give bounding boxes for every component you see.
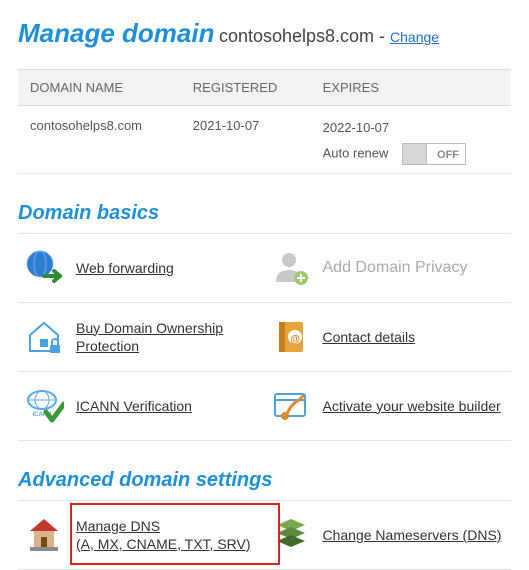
tile-label: Add Domain Privacy bbox=[323, 259, 468, 277]
domain-table: DOMAIN NAME REGISTERED EXPIRES contosohe… bbox=[18, 69, 511, 174]
dns-house-icon bbox=[24, 515, 64, 555]
tile-label[interactable]: Change Nameservers (DNS) bbox=[323, 526, 502, 544]
page-subtitle: contosohelps8.com - Change bbox=[219, 26, 439, 46]
col-registered: REGISTERED bbox=[181, 70, 311, 106]
tile-manage-dns[interactable]: Manage DNS (A, MX, CNAME, TXT, SRV) bbox=[18, 501, 265, 570]
section-title-basics: Domain basics bbox=[18, 202, 511, 225]
globe-arrow-icon bbox=[24, 248, 64, 288]
tile-icann-verification[interactable]: ICANN ICANN Verification bbox=[18, 372, 265, 441]
cell-registered: 2021-10-07 bbox=[181, 106, 311, 174]
toggle-state-label: OFF bbox=[437, 147, 459, 165]
tile-contact-details[interactable]: @ Contact details bbox=[265, 303, 512, 372]
tile-label[interactable]: Activate your website builder bbox=[323, 397, 501, 415]
section-title-advanced: Advanced domain settings bbox=[18, 469, 511, 492]
tile-website-builder[interactable]: Activate your website builder bbox=[265, 372, 512, 441]
change-domain-link[interactable]: Change bbox=[390, 29, 439, 45]
server-stack-icon bbox=[271, 515, 311, 555]
person-plus-icon bbox=[271, 248, 311, 288]
tile-buy-protection[interactable]: Buy Domain Ownership Protection bbox=[18, 303, 265, 372]
address-book-icon: @ bbox=[271, 317, 311, 357]
tile-label[interactable]: Buy Domain Ownership Protection bbox=[76, 319, 259, 355]
page-header: Manage domain contosohelps8.com - Change bbox=[18, 18, 511, 49]
toggle-knob bbox=[403, 144, 427, 164]
house-lock-icon bbox=[24, 317, 64, 357]
tile-change-nameservers[interactable]: Change Nameservers (DNS) bbox=[265, 501, 512, 570]
expires-date: 2022-10-07 bbox=[323, 118, 499, 139]
tile-web-forwarding[interactable]: Web forwarding bbox=[18, 234, 265, 303]
tile-label[interactable]: Web forwarding bbox=[76, 259, 174, 277]
separator: - bbox=[374, 26, 390, 46]
page-title: Manage domain bbox=[18, 18, 214, 48]
paintbrush-window-icon bbox=[271, 386, 311, 426]
basics-grid: Web forwarding Add Domain Privacy Buy Do… bbox=[18, 233, 511, 441]
tile-label[interactable]: ICANN Verification bbox=[76, 397, 192, 415]
col-expires: EXPIRES bbox=[311, 70, 511, 106]
cell-domain-name: contosohelps8.com bbox=[18, 106, 181, 174]
domain-name-text: contosohelps8.com bbox=[219, 26, 374, 46]
tile-label[interactable]: Contact details bbox=[323, 328, 416, 346]
table-row: contosohelps8.com 2021-10-07 2022-10-07 … bbox=[18, 106, 511, 174]
icann-check-icon: ICANN bbox=[24, 386, 64, 426]
col-domain-name: DOMAIN NAME bbox=[18, 70, 181, 106]
auto-renew-label: Auto renew bbox=[323, 145, 389, 160]
tile-add-privacy: Add Domain Privacy bbox=[265, 234, 512, 303]
cell-expires: 2022-10-07 Auto renew OFF bbox=[311, 106, 511, 174]
auto-renew-toggle[interactable]: OFF bbox=[402, 143, 466, 165]
svg-text:@: @ bbox=[290, 334, 300, 345]
advanced-grid: Manage DNS (A, MX, CNAME, TXT, SRV) Chan… bbox=[18, 500, 511, 570]
